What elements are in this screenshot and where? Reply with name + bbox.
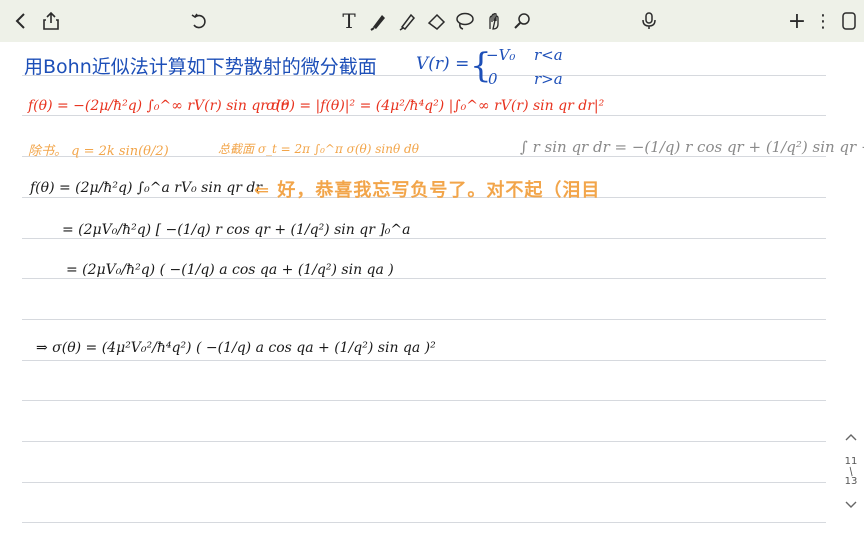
problem-statement: 用Bohn近似法计算如下势散射的微分截面 <box>24 56 377 78</box>
lasso-tool-icon <box>456 12 474 30</box>
derivation-step-2: = (2μV₀/ħ²q) [ −(1/q) r cos qr + (1/q²) … <box>62 222 411 238</box>
total-cross-section-note: 总截面 σ_t = 2π ∫₀^π σ(θ) sinθ dθ <box>218 142 419 156</box>
ruled-line <box>22 441 826 442</box>
piecewise-case2-value: 0 <box>488 70 498 88</box>
microphone-button[interactable] <box>636 6 662 36</box>
ruled-line <box>22 115 826 116</box>
eraser-tool-button[interactable] <box>424 6 450 36</box>
text-tool-button[interactable]: T <box>336 6 362 36</box>
stamp-tool-button[interactable] <box>509 6 535 36</box>
add-button[interactable]: + <box>784 6 810 36</box>
undo-button[interactable] <box>186 6 212 36</box>
stamp-tool-icon <box>514 13 530 29</box>
back-button[interactable] <box>8 6 34 36</box>
correction-comment: ⇐ 好，恭喜我忘写负号了。对不起（泪目 <box>254 180 601 201</box>
piecewise-case1-condition: r<a <box>534 46 563 64</box>
piecewise-case1-value: −V₀ <box>486 46 516 64</box>
pencil-tool-icon <box>399 13 416 31</box>
share-button[interactable] <box>38 6 64 36</box>
more-icon: ⋮ <box>814 10 832 32</box>
integral-identity: ∫ r sin qr dr = −(1/q) r cos qr + (1/q²)… <box>520 138 864 156</box>
derivation-step-1: f(θ) = (2μ/ħ²q) ∫₀^a rV₀ sin qr dr <box>30 180 263 196</box>
ruled-line <box>22 482 826 483</box>
derivation-step-3: = (2μV₀/ħ²q) ( −(1/q) a cos qa + (1/q²) … <box>66 262 394 278</box>
marker-tool-icon <box>370 15 385 31</box>
page-indicator: 11 / 13 <box>845 456 858 488</box>
top-toolbar: T + ⋮ <box>0 0 864 42</box>
ruled-line <box>22 400 826 401</box>
page-view-icon <box>842 12 856 30</box>
page-up-button[interactable] <box>845 430 857 444</box>
gesture-tool-icon <box>489 13 499 30</box>
chevron-down-icon <box>845 501 857 508</box>
note-page[interactable]: 用Bohn近似法计算如下势散射的微分截面 V(r) = { −V₀ r<a 0 … <box>0 42 864 540</box>
marker-tool-button[interactable] <box>366 6 392 36</box>
more-button[interactable]: ⋮ <box>810 6 836 36</box>
q-definition-note: 除书。 q = 2k sin(θ/2) <box>28 144 169 159</box>
cross-section-formula: σ(θ) = |f(θ)|² = (4μ²/ħ⁴q²) |∫₀^∞ rV(r) … <box>266 98 605 114</box>
page-down-button[interactable] <box>845 498 857 512</box>
ruled-line <box>22 522 826 523</box>
eraser-tool-icon <box>427 13 446 30</box>
plus-icon: + <box>787 8 807 34</box>
undo-icon <box>191 13 206 29</box>
chevron-left-icon <box>15 13 25 29</box>
text-tool-icon: T <box>342 9 356 33</box>
ruled-line <box>22 238 826 239</box>
potential-label: V(r) = <box>416 54 470 74</box>
final-result: ⇒ σ(θ) = (4μ²V₀²/ħ⁴q²) ( −(1/q) a cos qa… <box>36 340 436 356</box>
scattering-amplitude-formula: f(θ) = −(2μ/ħ²q) ∫₀^∞ rV(r) sin qr dr <box>28 98 288 114</box>
share-icon <box>43 11 59 30</box>
ruled-line <box>22 319 826 320</box>
chevron-up-icon <box>845 434 857 441</box>
page-scroller: 11 / 13 <box>838 430 864 526</box>
pencil-tool-button[interactable] <box>395 6 421 36</box>
lasso-tool-button[interactable] <box>452 6 478 36</box>
page-view-button[interactable] <box>836 6 862 36</box>
microphone-icon <box>642 12 656 29</box>
ruled-line <box>22 278 826 279</box>
piecewise-case2-condition: r>a <box>534 70 563 88</box>
gesture-tool-button[interactable] <box>481 6 507 36</box>
ruled-line <box>22 360 826 361</box>
